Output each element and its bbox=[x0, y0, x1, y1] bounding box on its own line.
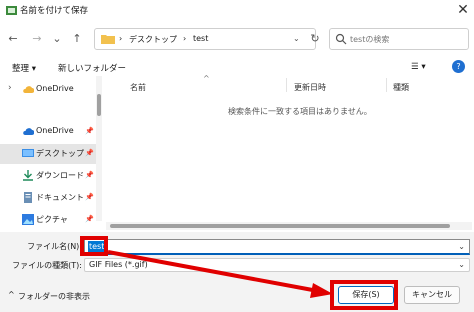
address-history-chevron-icon[interactable]: ⌄ bbox=[293, 34, 300, 43]
sidebar-item-label: OneDrive bbox=[36, 126, 74, 135]
sidebar-item-downloads[interactable]: ダウンロード 📌 bbox=[0, 166, 96, 186]
breadcrumb-test[interactable]: test bbox=[193, 34, 208, 43]
horizontal-scrollbar[interactable] bbox=[106, 222, 472, 230]
app-icon bbox=[6, 6, 17, 15]
chevron-up-icon[interactable]: ^ bbox=[8, 290, 15, 299]
column-divider[interactable] bbox=[286, 78, 287, 92]
sidebar-item-label: ダウンロード bbox=[36, 171, 84, 180]
breadcrumb-separator: › bbox=[119, 34, 123, 43]
breadcrumb-desktop[interactable]: デスクトップ bbox=[129, 34, 177, 45]
search-box[interactable]: testの検索 bbox=[329, 28, 469, 50]
help-icon[interactable]: ? bbox=[452, 60, 465, 73]
sidebar-item-onedrive[interactable]: OneDrive 📌 bbox=[0, 122, 96, 142]
sidebar-item-pictures[interactable]: ピクチャ 📌 bbox=[0, 210, 96, 230]
recent-dropdown-button[interactable]: ⌄ bbox=[50, 32, 64, 46]
filename-highlight-box bbox=[80, 236, 108, 256]
column-divider[interactable] bbox=[386, 78, 387, 92]
organize-menu[interactable]: 整理 ▾ bbox=[12, 62, 36, 74]
new-folder-button[interactable]: 新しいフォルダー bbox=[58, 62, 126, 74]
cancel-button[interactable]: キャンセル bbox=[404, 286, 460, 304]
filetype-label: ファイルの種類(T): bbox=[12, 261, 82, 270]
close-icon[interactable]: ✕ bbox=[454, 1, 472, 19]
pin-icon: 📌 bbox=[85, 127, 94, 135]
sidebar-item-label: デスクトップ bbox=[36, 149, 84, 158]
scrollbar-thumb[interactable] bbox=[97, 94, 101, 116]
save-highlight-box bbox=[330, 280, 398, 310]
filename-history-chevron-icon[interactable]: ⌄ bbox=[458, 242, 465, 251]
hide-folders-button[interactable]: フォルダーの非表示 bbox=[18, 291, 90, 302]
sidebar-item-documents[interactable]: ドキュメント 📌 bbox=[0, 188, 96, 208]
pin-icon: 📌 bbox=[85, 215, 94, 223]
sidebar-item-onedrive-root[interactable]: › OneDrive bbox=[0, 80, 96, 100]
empty-list-message: 検索条件に一致する項目はありません。 bbox=[228, 107, 372, 116]
cloud-icon bbox=[23, 86, 34, 93]
window-title: 名前を付けて保存 bbox=[20, 6, 89, 16]
sort-caret-icon: ^ bbox=[203, 74, 210, 83]
sidebar-item-label: ドキュメント bbox=[36, 193, 84, 202]
scrollbar-thumb[interactable] bbox=[110, 224, 450, 228]
title-bar: 名前を付けて保存 ✕ bbox=[0, 0, 474, 22]
breadcrumb-separator: › bbox=[183, 34, 187, 43]
forward-button[interactable]: → bbox=[30, 32, 44, 46]
pin-icon: 📌 bbox=[85, 149, 94, 157]
cloud-icon bbox=[23, 128, 34, 135]
desktop-icon bbox=[22, 149, 34, 157]
view-options-button[interactable]: ☰ ▾ bbox=[411, 62, 426, 72]
up-button[interactable]: ↑ bbox=[70, 32, 84, 46]
search-placeholder: testの検索 bbox=[350, 35, 390, 44]
pin-icon: 📌 bbox=[85, 171, 94, 179]
chevron-down-icon[interactable]: ⌄ bbox=[458, 260, 465, 269]
sidebar-item-desktop[interactable]: デスクトップ 📌 bbox=[0, 144, 96, 164]
sidebar-item-label: OneDrive bbox=[36, 84, 74, 93]
sidebar-scrollbar[interactable] bbox=[96, 76, 102, 221]
column-header-modified[interactable]: 更新日時 bbox=[294, 82, 326, 93]
search-icon bbox=[335, 33, 347, 45]
pin-icon: 📌 bbox=[85, 193, 94, 201]
refresh-icon[interactable]: ↻ bbox=[306, 30, 324, 48]
sidebar-item-label: ピクチャ bbox=[36, 215, 68, 224]
picture-icon bbox=[22, 214, 34, 225]
filename-label: ファイル名(N): bbox=[27, 242, 82, 251]
folder-icon bbox=[101, 35, 115, 44]
download-icon bbox=[23, 170, 33, 181]
back-button[interactable]: ← bbox=[6, 32, 20, 46]
filename-input[interactable]: test ⌄ bbox=[84, 239, 470, 255]
column-header-type[interactable]: 種類 bbox=[393, 82, 409, 93]
filetype-select[interactable]: GIF Files (*.gif) ⌄ bbox=[84, 258, 470, 272]
navigation-pane: › OneDrive OneDrive 📌 デスクトップ 📌 ダウンロード 📌 … bbox=[0, 76, 96, 226]
filetype-value: GIF Files (*.gif) bbox=[89, 260, 148, 269]
expand-chevron-icon[interactable]: › bbox=[8, 83, 12, 93]
document-icon bbox=[24, 192, 32, 203]
address-bar[interactable]: › デスクトップ › test ⌄ bbox=[94, 28, 316, 50]
column-header-name[interactable]: 名前 bbox=[130, 82, 146, 93]
